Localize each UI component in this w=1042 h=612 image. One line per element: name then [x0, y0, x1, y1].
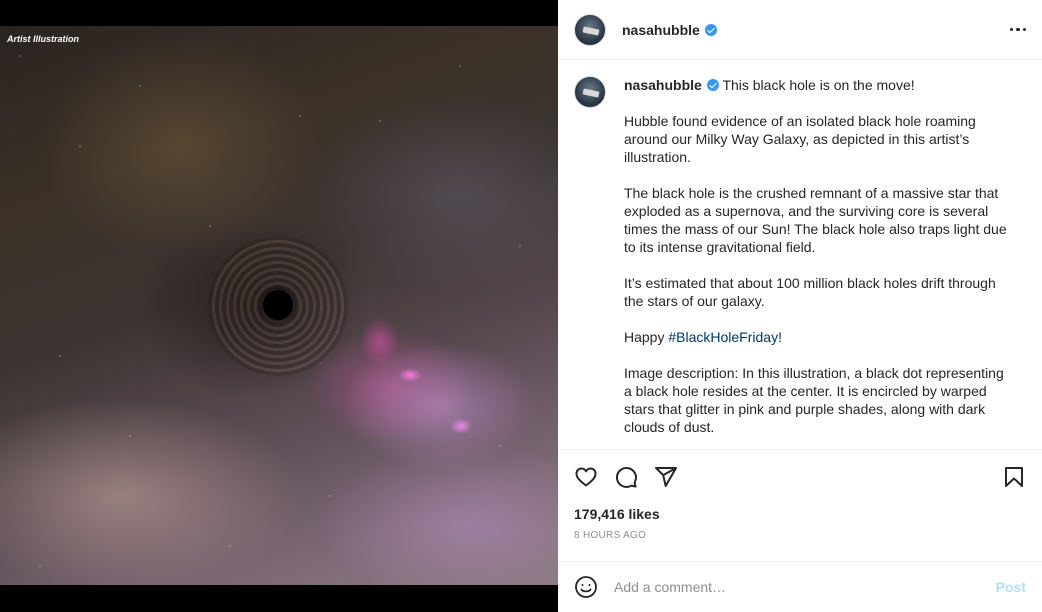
caption-paragraph: Hubble found evidence of an isolated bla… — [624, 113, 976, 165]
verified-badge-icon — [706, 79, 719, 91]
header-username[interactable]: nasahubble — [622, 22, 717, 38]
action-icons-row — [558, 450, 1042, 504]
post-side-panel: nasahubble nasahubble This black hole is… — [558, 0, 1042, 612]
black-hole — [263, 290, 293, 320]
caption-text: ! — [778, 329, 782, 345]
share-icon[interactable] — [654, 465, 678, 489]
pink-nebula — [360, 316, 400, 366]
emoji-icon[interactable] — [574, 575, 598, 599]
caption-text: Happy — [624, 329, 669, 345]
comment-input[interactable] — [614, 579, 996, 595]
more-options-icon[interactable] — [1009, 22, 1026, 38]
media-pane: Artist Illustration — [0, 0, 558, 612]
comment-icon[interactable] — [614, 465, 638, 489]
actions-section: 179,416 likes 8 HOURS AGO — [558, 449, 1042, 545]
post-image[interactable] — [0, 26, 558, 585]
post-timestamp[interactable]: 8 HOURS AGO — [558, 527, 1042, 545]
caption-paragraph: The black hole is the crushed remnant of… — [624, 185, 1007, 255]
caption-paragraph: Image description: In this illustration,… — [624, 365, 1004, 435]
heart-icon[interactable] — [574, 465, 598, 489]
caption-headline-line: nasahubble This black hole is on the mov… — [624, 76, 1014, 94]
image-caption-overlay: Artist Illustration — [7, 34, 80, 44]
caption-paragraph: Happy #BlackHoleFriday! — [624, 328, 1014, 346]
bookmark-icon[interactable] — [1002, 465, 1026, 489]
caption-paragraph: It’s estimated that about 100 million bl… — [624, 275, 996, 309]
caption-username[interactable]: nasahubble — [624, 77, 702, 93]
pink-star-cloud — [450, 418, 472, 434]
verified-badge-icon — [704, 23, 717, 36]
post-modal: Artist Illustration nasahubble nasahubbl… — [0, 0, 1042, 612]
username-text[interactable]: nasahubble — [622, 22, 700, 38]
avatar[interactable] — [574, 76, 606, 108]
post-comment-button[interactable]: Post — [996, 579, 1026, 595]
post-caption: nasahubble This black hole is on the mov… — [624, 76, 1014, 449]
post-header: nasahubble — [558, 0, 1042, 60]
pink-star-cloud — [398, 368, 422, 382]
add-comment-section: Post — [558, 561, 1042, 612]
avatar[interactable] — [574, 13, 606, 46]
caption-headline: This black hole is on the move! — [722, 77, 915, 93]
likes-count[interactable]: 179,416 likes — [558, 504, 1042, 526]
caption-section: nasahubble This black hole is on the mov… — [558, 60, 1042, 449]
hashtag-link[interactable]: #BlackHoleFriday — [668, 329, 778, 345]
